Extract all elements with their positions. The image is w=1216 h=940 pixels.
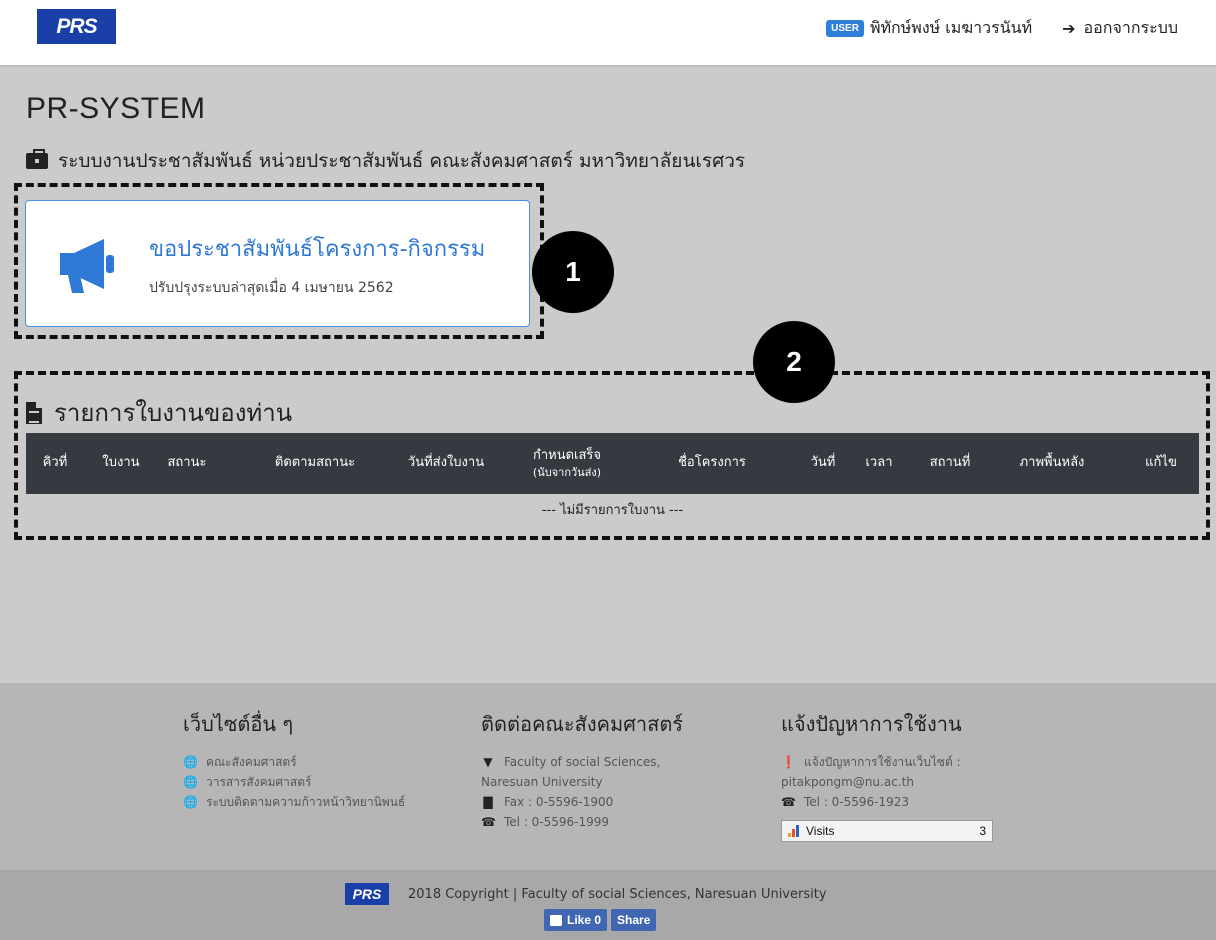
phone-icon: ☎ <box>481 815 496 829</box>
column-header: แก้ไข <box>1145 455 1177 471</box>
column-header-deadline: กำหนดเสร็จ (นับจากวันส่ง) <box>522 433 612 494</box>
footer-link[interactable]: 🌐 ระบบติดตามความก้าวหน้าวิทยานิพนธ์ <box>183 792 405 812</box>
address-line-2: Naresuan University <box>481 775 603 789</box>
globe-icon: 🌐 <box>183 755 198 769</box>
report-text: แจ้งปัญหาการใช้งานเว็บไซต์ : <box>804 755 961 769</box>
facebook-like-button[interactable]: Like 0 <box>544 909 608 931</box>
card-update-note: ปรับปรุงระบบล่าสุดเมื่อ 4 เมษายน 2562 <box>149 280 394 296</box>
annotation-marker-1: 1 <box>532 231 614 313</box>
column-header: วันที่ส่งใบงาน <box>407 455 485 471</box>
bottom-bar: PRS 2018 Copyright | Faculty of social S… <box>0 870 1216 940</box>
address-text: Faculty of social Sciences, <box>504 755 661 769</box>
footer-report: แจ้งปัญหาการใช้งาน ❗ แจ้งปัญหาการใช้งานเว… <box>781 708 993 842</box>
column-header: เวลา <box>865 455 893 471</box>
phone-icon: ☎ <box>781 795 796 809</box>
footer-link-label: ระบบติดตามความก้าวหน้าวิทยานิพนธ์ <box>206 795 406 809</box>
copyright-line: PRS 2018 Copyright | Faculty of social S… <box>345 883 827 905</box>
annotation-marker-2: 2 <box>753 321 835 403</box>
fax-line: ▇ Fax : 0-5596-1900 <box>481 792 683 812</box>
report-line: ❗ แจ้งปัญหาการใช้งานเว็บไซต์ : <box>781 752 993 772</box>
column-header: วันที่ <box>810 455 836 471</box>
tel-text: Tel : 0-5596-1999 <box>504 815 610 829</box>
column-header: ติดตามสถานะ <box>274 455 356 471</box>
visits-label: Visits <box>806 824 835 838</box>
report-email[interactable]: pitakpongm@nu.ac.th <box>781 772 993 792</box>
column-header: ภาพพื้นหลัง <box>1019 455 1085 471</box>
column-header: ชื่อโครงการ <box>678 455 746 471</box>
exclamation-icon: ❗ <box>781 755 796 769</box>
user-badge: USER <box>826 20 864 37</box>
logout-label: ออกจากระบบ <box>1083 18 1178 37</box>
visits-count: 3 <box>979 824 986 838</box>
document-icon <box>26 401 42 424</box>
fax-icon: ▇ <box>483 795 493 809</box>
social-buttons: Like 0 Share <box>544 909 657 931</box>
table-header: คิวที่ ใบงาน สถานะ ติดตามสถานะ วันที่ส่ง… <box>26 433 1199 494</box>
address-line: ▼ Faculty of social Sciences, <box>481 752 683 772</box>
deadline-label: กำหนดเสร็จ <box>532 447 602 463</box>
footer-heading: แจ้งปัญหาการใช้งาน <box>781 712 962 736</box>
bar-chart-icon <box>788 825 800 837</box>
worklist-table: คิวที่ ใบงาน สถานะ ติดตามสถานะ วันที่ส่ง… <box>26 433 1199 524</box>
page-title: PR-SYSTEM <box>26 92 206 125</box>
footer: เว็บไซต์อื่น ๆ 🌐 คณะสังคมศาสตร์ 🌐 วารสารสั… <box>0 683 1216 870</box>
fax-text: Fax : 0-5596-1900 <box>504 795 614 809</box>
empty-message: --- ไม่มีรายการใบงาน --- <box>541 502 684 518</box>
prs-footer-logo: PRS <box>345 883 389 905</box>
footer-link-label: วารสารสังคมศาสตร์ <box>206 775 312 789</box>
deadline-note: (นับจากวันส่ง) <box>532 465 602 479</box>
like-count: 0 <box>594 913 602 927</box>
like-label: Like <box>567 913 592 927</box>
footer-link[interactable]: 🌐 คณะสังคมศาสตร์ <box>183 752 405 772</box>
map-marker-icon: ▼ <box>483 755 493 769</box>
tel-line: ☎ Tel : 0-5596-1923 <box>781 792 993 812</box>
page-subtitle: ระบบงานประชาสัมพันธ์ หน่วยประชาสัมพันธ์ … <box>26 146 745 176</box>
footer-other-sites: เว็บไซต์อื่น ๆ 🌐 คณะสังคมศาสตร์ 🌐 วารสารสั… <box>183 708 405 812</box>
copyright-text: 2018 Copyright | Faculty of social Scien… <box>408 886 827 902</box>
request-pr-card[interactable]: ขอประชาสัมพันธ์โครงการ-กิจกรรม ปรับปรุงร… <box>25 200 530 327</box>
thumbs-up-icon <box>550 914 562 926</box>
sign-out-icon: ➔ <box>1062 19 1076 38</box>
footer-heading: ติดต่อคณะสังคมศาสตร์ <box>481 712 684 736</box>
footer-contact: ติดต่อคณะสังคมศาสตร์ ▼ Faculty of social … <box>481 708 683 832</box>
facebook-share-button[interactable]: Share <box>611 909 657 931</box>
tel-line: ☎ Tel : 0-5596-1999 <box>481 812 683 832</box>
footer-link[interactable]: 🌐 วารสารสังคมศาสตร์ <box>183 772 405 792</box>
subtitle-text: ระบบงานประชาสัมพันธ์ หน่วยประชาสัมพันธ์ … <box>58 150 746 172</box>
briefcase-icon <box>26 149 48 169</box>
top-navbar: PRS USER พิทักษ์พงษ์ เมฆาวรนันท์ ➔ ออกจา… <box>0 0 1216 67</box>
globe-icon: 🌐 <box>183 775 198 789</box>
footer-heading: เว็บไซต์อื่น ๆ <box>183 712 294 736</box>
worklist-heading: รายการใบงานของท่าน <box>26 393 292 432</box>
worklist-title: รายการใบงานของท่าน <box>54 399 293 427</box>
tel-text: Tel : 0-5596-1923 <box>804 795 910 809</box>
column-header: คิวที่ <box>42 455 68 471</box>
visits-counter[interactable]: Visits 3 <box>781 820 993 842</box>
column-header: สถานที่ <box>929 455 971 471</box>
column-header: ใบงาน <box>102 455 140 471</box>
logout-link[interactable]: ➔ ออกจากระบบ <box>1062 16 1178 41</box>
card-title[interactable]: ขอประชาสัมพันธ์โครงการ-กิจกรรม <box>149 231 485 266</box>
megaphone-icon <box>60 239 114 293</box>
globe-icon: 🌐 <box>183 795 198 809</box>
user-name[interactable]: พิทักษ์พงษ์ เมฆาวรนันท์ <box>870 16 1032 41</box>
user-menu: USER พิทักษ์พงษ์ เมฆาวรนันท์ ➔ ออกจากระบ… <box>826 16 1178 41</box>
prs-logo[interactable]: PRS <box>37 9 116 44</box>
footer-link-label: คณะสังคมศาสตร์ <box>206 755 297 769</box>
column-header: สถานะ <box>167 455 207 471</box>
